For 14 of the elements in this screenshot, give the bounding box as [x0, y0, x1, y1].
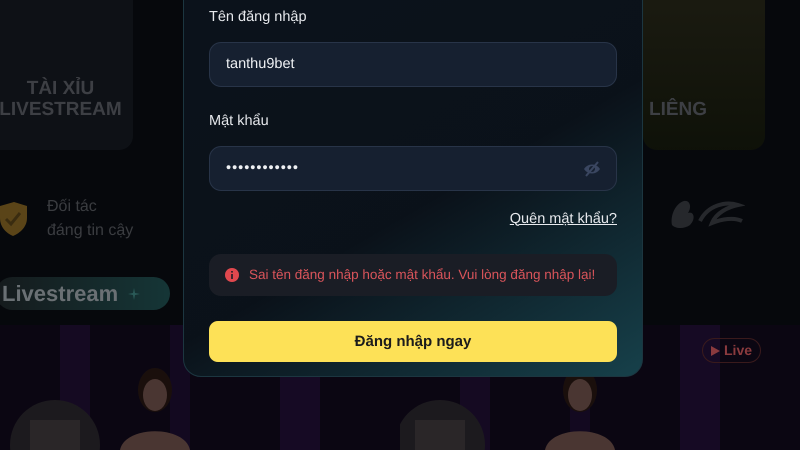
password-field[interactable]: ••••••••••••: [209, 146, 617, 190]
sparkle-icon: [128, 288, 140, 300]
eye-slash-icon[interactable]: [583, 160, 601, 176]
play-icon: [711, 346, 720, 356]
username-label: Tên đăng nhập: [209, 8, 308, 27]
game-title: LIÊNG: [649, 99, 708, 120]
password-label: Mật khẩu: [209, 112, 270, 131]
info-icon: [225, 268, 239, 282]
login-button[interactable]: Đăng nhập ngay: [209, 321, 617, 362]
error-text: Sai tên đăng nhập hoặc mật khẩu. Vui lòng đăng nhập lại!: [249, 266, 596, 284]
live-badge: Live: [702, 338, 762, 363]
shield-check-icon: [0, 202, 27, 236]
forgot-password-link[interactable]: Quên mật khẩu?: [510, 208, 617, 230]
username-field[interactable]: tanthu9bet: [209, 42, 617, 87]
